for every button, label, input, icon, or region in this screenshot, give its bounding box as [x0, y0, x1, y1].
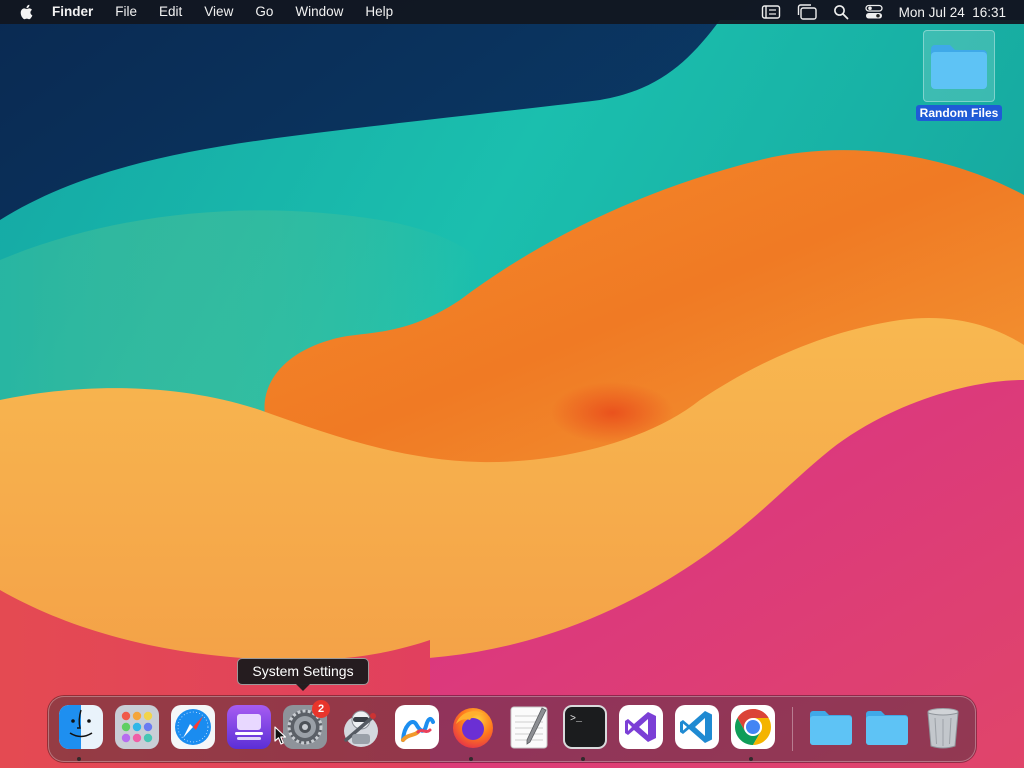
- dock: 2 >_: [48, 696, 976, 762]
- desktop-item-label: Random Files: [915, 105, 1003, 121]
- dock-app-chrome[interactable]: [730, 704, 776, 750]
- running-indicator: [469, 757, 473, 761]
- desktop-item-random-files[interactable]: Random Files: [914, 30, 1004, 122]
- list-icon[interactable]: [761, 4, 781, 20]
- svg-text:>_: >_: [570, 714, 583, 725]
- terminal-icon: >_: [563, 705, 607, 749]
- dock-stack-applications[interactable]: [808, 704, 854, 750]
- menu-bar-status-area: Mon Jul 24 16:31: [761, 0, 1024, 24]
- dock-separator: [792, 707, 793, 751]
- trash-icon: [927, 708, 959, 749]
- dock-app-finder[interactable]: [58, 704, 104, 750]
- desktop-wallpaper: [0, 0, 1024, 768]
- dock-app-system-settings[interactable]: 2: [282, 700, 330, 750]
- dock-tooltip-text: System Settings: [252, 663, 354, 679]
- stage-manager-icon[interactable]: [797, 4, 817, 20]
- menu-file[interactable]: File: [115, 0, 137, 24]
- menu-view[interactable]: View: [204, 0, 233, 24]
- dock-app-vscode[interactable]: [674, 704, 720, 750]
- menu-help[interactable]: Help: [365, 0, 393, 24]
- running-indicator: [77, 757, 81, 761]
- menu-go[interactable]: Go: [255, 0, 273, 24]
- freeform-icon: [395, 705, 439, 749]
- tooltip-arrow: [296, 684, 310, 691]
- apple-menu-icon[interactable]: [18, 3, 36, 21]
- dock-app-configurator[interactable]: [226, 704, 272, 750]
- textedit-icon: [510, 706, 548, 749]
- menu-bar: Finder File Edit View Go Window Help Mon…: [0, 0, 1024, 24]
- vscode-icon: [675, 705, 719, 749]
- menu-window[interactable]: Window: [295, 0, 343, 24]
- notification-badge: 2: [312, 700, 330, 718]
- dock-app-automator[interactable]: [338, 704, 384, 750]
- dock-app-launchpad[interactable]: [114, 704, 160, 750]
- dock-app-freeform[interactable]: [394, 704, 440, 750]
- dock-trash[interactable]: [920, 704, 966, 750]
- dock-app-firefox[interactable]: [450, 704, 496, 750]
- menu-app-finder[interactable]: Finder: [52, 0, 93, 24]
- visual-studio-icon: [619, 705, 663, 749]
- menu-edit[interactable]: Edit: [159, 0, 182, 24]
- automator-icon: [344, 710, 378, 747]
- dock-app-visual-studio[interactable]: [618, 704, 664, 750]
- safari-icon: [171, 705, 215, 749]
- running-indicator: [749, 757, 753, 761]
- control-center-icon[interactable]: [865, 4, 883, 20]
- configurator-icon: [227, 705, 271, 749]
- folder-icon: [810, 711, 852, 745]
- firefox-icon: [453, 708, 493, 748]
- folder-icon: [931, 45, 987, 89]
- running-indicator: [581, 757, 585, 761]
- dock-app-textedit[interactable]: [506, 704, 552, 750]
- folder-icon: [866, 711, 908, 745]
- chrome-icon: [731, 705, 775, 749]
- dock-stack-downloads[interactable]: [864, 704, 910, 750]
- mouse-cursor-icon: [274, 726, 287, 745]
- launchpad-icon: [115, 705, 159, 749]
- dock-app-terminal[interactable]: >_: [562, 704, 608, 750]
- desktop-item-selection: [923, 30, 995, 102]
- dock-app-safari[interactable]: [170, 704, 216, 750]
- finder-icon: [59, 705, 103, 749]
- menu-bar-clock[interactable]: Mon Jul 24 16:31: [899, 5, 1006, 20]
- spotlight-search-icon[interactable]: [833, 4, 849, 20]
- dock-tooltip: System Settings: [237, 658, 369, 691]
